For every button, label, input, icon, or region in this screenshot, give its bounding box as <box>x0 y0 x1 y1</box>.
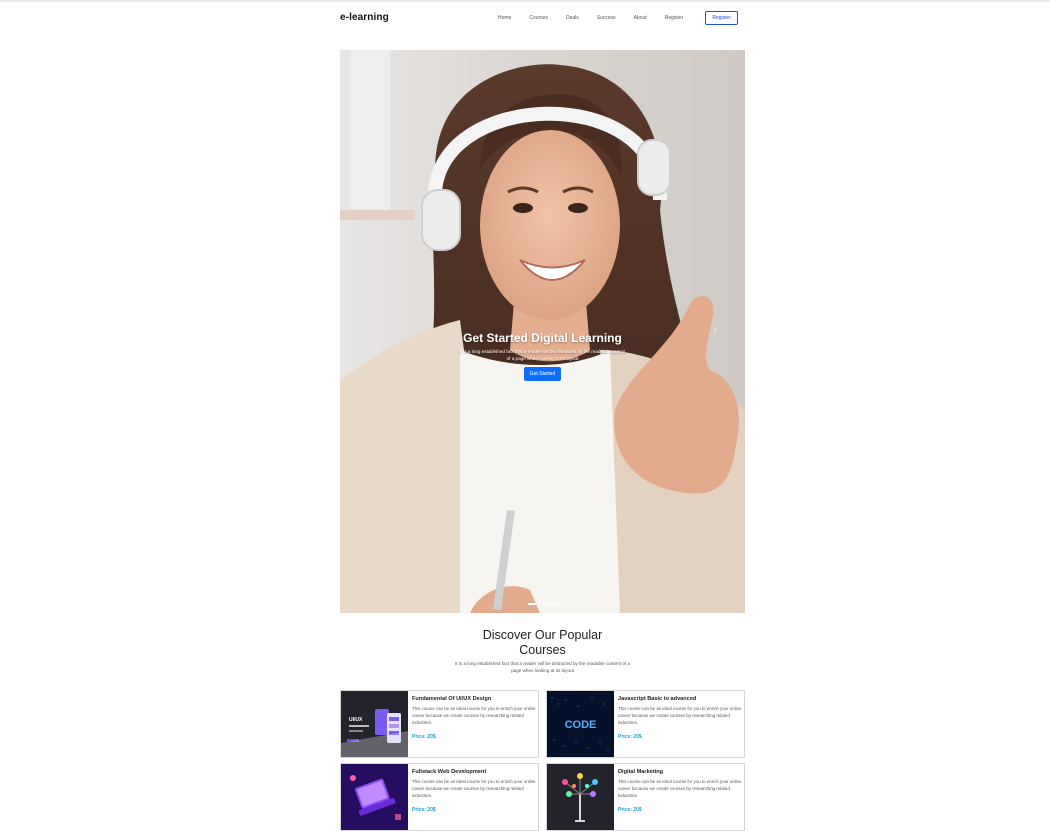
course-card-digital-marketing[interactable]: Digital Marketing This course can be an … <box>546 763 745 831</box>
course-card-javascript[interactable]: CODE Javascript Basic to advanced This c… <box>546 690 745 758</box>
course-body: Fullstack Web Development This course ca… <box>412 769 536 813</box>
course-card-uiux[interactable]: UI/UX Fundamental Of UI/UX Design This c… <box>340 690 539 758</box>
nav-links: Home Courses Deals Success About Registe… <box>498 10 701 26</box>
section-title-line1: Discover Our Popular <box>482 628 603 642</box>
chevron-right-icon[interactable]: › <box>714 325 717 336</box>
course-price: Price: 20$ <box>618 807 642 813</box>
hero-title: Get Started Digital Learning <box>463 331 622 345</box>
carousel-indicators <box>340 603 745 605</box>
course-title[interactable]: Fundamental Of UI/UX Design <box>412 696 536 702</box>
course-title[interactable]: Javascript Basic to advanced <box>618 696 742 702</box>
course-price: Price: 20$ <box>412 807 436 813</box>
course-price: Price: 20$ <box>412 734 436 740</box>
get-started-button[interactable]: Get Started <box>523 367 562 381</box>
course-thumbnail <box>547 764 614 830</box>
section-title: Discover Our Popular Courses <box>440 628 645 658</box>
course-body: Fundamental Of UI/UX Design This course … <box>412 696 536 740</box>
course-description: This course can be an ideal course for y… <box>412 706 536 725</box>
hero-carousel: Get Started Digital Learning It is a lon… <box>340 50 745 613</box>
course-description: This course can be an ideal course for y… <box>412 779 536 798</box>
nav-link-about[interactable]: About <box>634 15 647 21</box>
course-body: Digital Marketing This course can be an … <box>618 769 742 813</box>
section-title-line2: Courses <box>519 643 566 657</box>
register-button[interactable]: Register <box>705 11 738 25</box>
course-price: Price: 20$ <box>618 734 642 740</box>
course-thumbnail: UI/UX <box>341 691 408 757</box>
nav-link-register[interactable]: Register <box>665 15 684 21</box>
course-title[interactable]: Digital Marketing <box>618 769 742 775</box>
navbar: e-learning Home Courses Deals Success Ab… <box>340 10 745 28</box>
course-title[interactable]: Fullstack Web Development <box>412 769 536 775</box>
section-subtitle: It is a long established fact that a rea… <box>455 661 630 673</box>
top-border <box>0 0 1050 2</box>
thumb-text: CODE <box>565 719 597 731</box>
carousel-indicator-1[interactable] <box>527 603 536 605</box>
nav-link-success[interactable]: Success <box>597 15 616 21</box>
carousel-indicator-3[interactable] <box>549 603 558 605</box>
carousel-indicator-2[interactable] <box>538 603 547 605</box>
hero-caption: Get Started Digital Learning It is a lon… <box>340 331 745 381</box>
course-description: This course can be an ideal course for y… <box>618 706 742 725</box>
course-card-fullstack[interactable]: Fullstack Web Development This course ca… <box>340 763 539 831</box>
nav-link-deals[interactable]: Deals <box>566 15 579 21</box>
course-thumbnail: CODE <box>547 691 614 757</box>
thumb-text: UI/UX <box>349 717 363 723</box>
course-description: This course can be an ideal course for y… <box>618 779 742 798</box>
hero-subtitle: It is a long established fact that a rea… <box>459 349 626 361</box>
brand-logo[interactable]: e-learning <box>340 12 389 23</box>
course-thumbnail <box>341 764 408 830</box>
nav-link-home[interactable]: Home <box>498 15 511 21</box>
course-body: Javascript Basic to advanced This course… <box>618 696 742 740</box>
nav-link-courses[interactable]: Courses <box>529 15 548 21</box>
